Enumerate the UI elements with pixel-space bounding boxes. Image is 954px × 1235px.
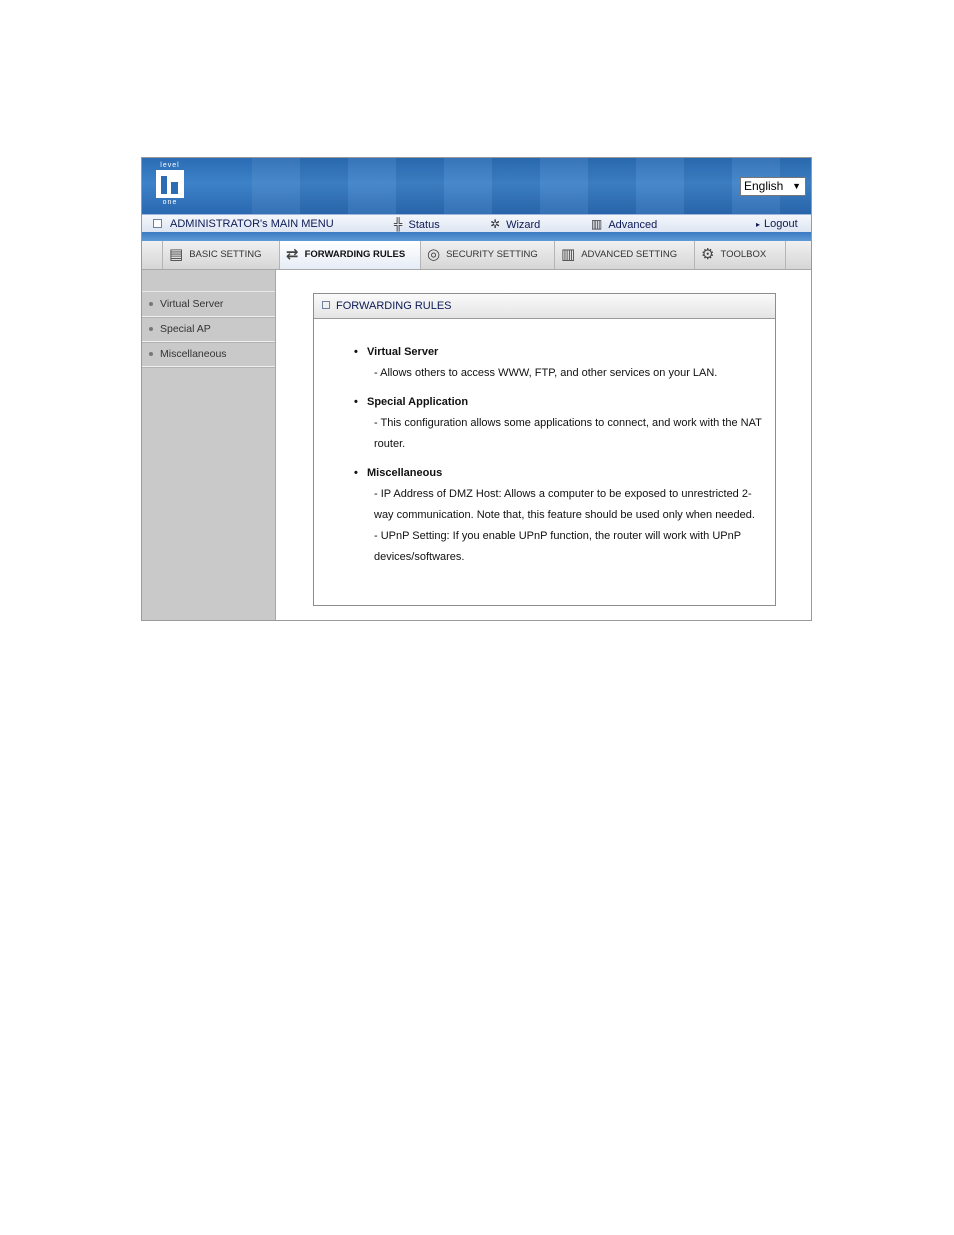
forwarding-icon: ⇄ (286, 246, 299, 263)
sidebar-top-spacer (142, 270, 275, 292)
section-special-application: Special Application - This configuration… (354, 392, 775, 455)
logo-word-top: level (160, 162, 180, 169)
tab-bar: ▤ BASIC SETTING ⇄ FORWARDING RULES ◎ SECURI… (142, 241, 811, 270)
forwarding-rules-panel: FORWARDING RULES Virtual Server - Allows… (313, 293, 776, 606)
tab-basic-setting[interactable]: ▤ BASIC SETTING (162, 241, 279, 269)
sidebar-item-miscellaneous[interactable]: Miscellaneous (142, 342, 275, 367)
status-person-icon: ╬ (394, 217, 403, 231)
levelone-logo: level one (156, 162, 184, 210)
section-virtual-server: Virtual Server - Allows others to access… (354, 342, 775, 384)
section-title: Special Application (354, 392, 775, 413)
language-select-value: English (744, 179, 784, 193)
section-description: - UPnP Setting: If you enable UPnP funct… (374, 530, 741, 563)
folder-icon: ▤ (169, 246, 184, 263)
square-bullet-icon (322, 301, 330, 310)
panel-body: Virtual Server - Allows others to access… (314, 319, 775, 568)
main-menu-bar: ADMINISTRATOR's MAIN MENU ╬ Status ✲ Wizar… (142, 214, 811, 234)
section-description: - IP Address of DMZ Host: Allows a compu… (374, 488, 755, 521)
section-miscellaneous: Miscellaneous - IP Address of DMZ Host: … (354, 463, 775, 568)
advanced-icon: ▥ (591, 217, 603, 231)
tab-forwarding-rules[interactable]: ⇄ FORWARDING RULES (279, 241, 420, 269)
logo-mark-icon (156, 170, 184, 198)
bullet-icon (149, 327, 153, 332)
panel-title: FORWARDING RULES (314, 294, 775, 319)
section-description: - This configuration allows some applica… (374, 417, 762, 450)
section-title: Virtual Server (354, 342, 775, 363)
tab-toolbox[interactable]: ⚙ TOOLBOX (694, 241, 786, 269)
section-title: Miscellaneous (354, 463, 775, 484)
arrow-right-icon: ▸ (756, 220, 761, 229)
header-banner: level one English ▼ (142, 158, 811, 214)
language-select[interactable]: English ▼ (740, 177, 806, 196)
main-menu-title: ADMINISTRATOR's MAIN MENU (153, 215, 334, 233)
advanced-setting-icon: ▥ (561, 246, 576, 263)
wizard-icon: ✲ (490, 217, 501, 231)
logo-word-bottom: one (162, 199, 178, 206)
sidebar: Virtual Server Special AP Miscellaneous (142, 270, 276, 620)
security-icon: ◎ (427, 246, 441, 263)
toolbox-icon: ⚙ (701, 246, 715, 263)
tab-security-setting[interactable]: ◎ SECURITY SETTING (420, 241, 554, 269)
header-divider (142, 232, 811, 241)
sidebar-item-virtual-server[interactable]: Virtual Server (142, 292, 275, 317)
router-admin-window: level one English ▼ ADMINISTRATOR's MAIN… (141, 157, 812, 621)
sidebar-item-special-ap[interactable]: Special AP (142, 317, 275, 342)
tab-advanced-setting[interactable]: ▥ ADVANCED SETTING (554, 241, 694, 269)
chevron-down-icon: ▼ (792, 181, 801, 191)
section-description: - Allows others to access WWW, FTP, and … (374, 367, 718, 379)
square-bullet-icon (153, 218, 162, 228)
bullet-icon (149, 302, 153, 307)
bullet-icon (149, 352, 153, 357)
header-decoration (252, 158, 811, 214)
